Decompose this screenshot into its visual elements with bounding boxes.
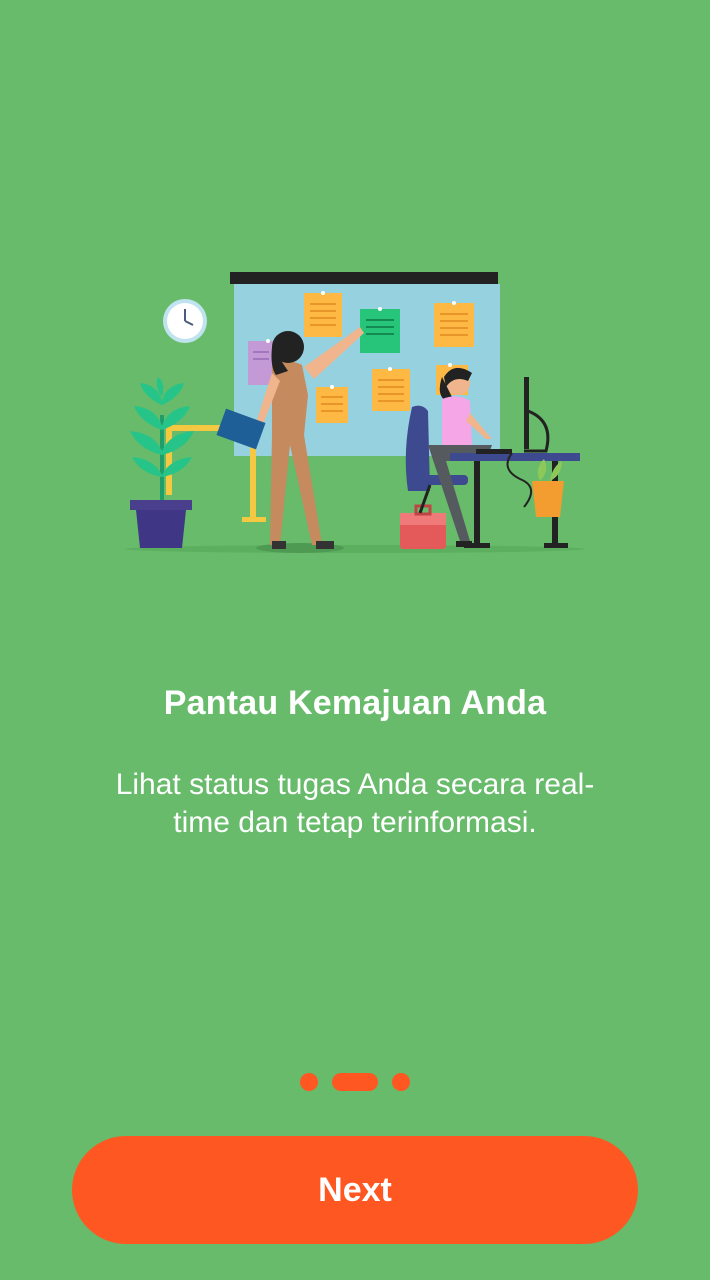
briefcase — [400, 504, 446, 549]
page-indicator — [0, 1073, 710, 1091]
potted-plant — [130, 377, 194, 548]
onboarding-screen: Pantau Kemajuan Anda Lihat status tugas … — [0, 0, 710, 1280]
clock-icon — [163, 299, 207, 343]
page-indicator-dot-2-active — [332, 1073, 378, 1091]
small-plant — [532, 459, 564, 517]
page-description: Lihat status tugas Anda secara real-time… — [115, 768, 595, 839]
page-indicator-dot-3 — [392, 1073, 410, 1091]
page-title: Pantau Kemajuan Anda — [163, 684, 547, 722]
next-button[interactable]: Next — [72, 1136, 638, 1244]
office-illustration — [125, 272, 585, 553]
page-indicator-dot-1 — [300, 1073, 318, 1091]
